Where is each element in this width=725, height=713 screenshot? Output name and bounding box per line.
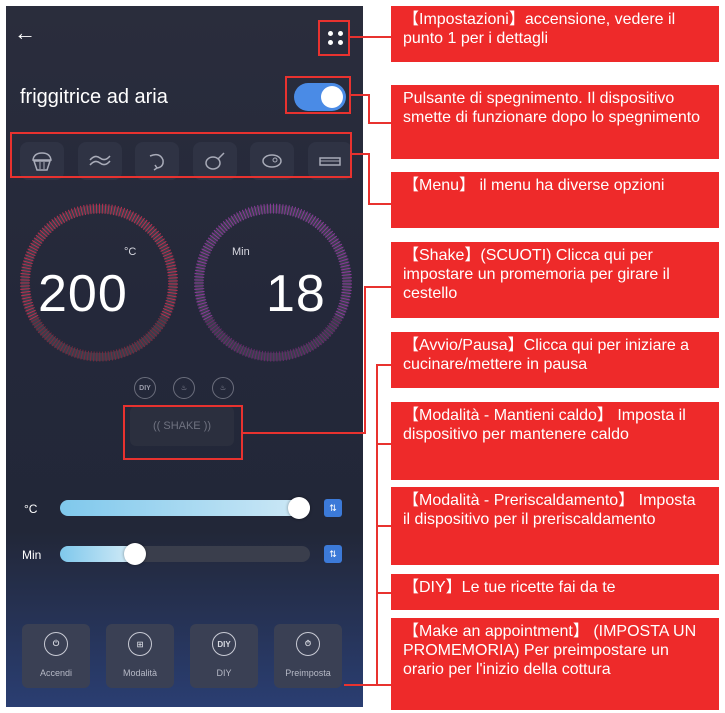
time-unit: Min <box>232 246 250 258</box>
preset-button-label: Preimposta <box>285 668 331 678</box>
connector-line <box>368 122 392 124</box>
callout-shake: 【Shake】(SCUOTI) Clicca qui per impostare… <box>391 242 719 318</box>
temperature-dial[interactable]: °C 200 <box>14 198 184 368</box>
callout-menu: 【Menu】 il menu ha diverse opzioni <box>391 172 719 228</box>
connector-line <box>376 364 392 366</box>
connector-line <box>350 36 392 38</box>
preset-button[interactable]: ⏱ Preimposta <box>274 624 342 688</box>
temperature-slider[interactable] <box>60 500 310 516</box>
connector-line <box>368 94 370 124</box>
mode-button[interactable]: ⊞ Modalità <box>106 624 174 688</box>
callout-diy: 【DIY】Le tue ricette fai da te <box>391 574 719 610</box>
connector-line <box>376 592 392 594</box>
callout-start-pause: 【Avvio/Pausa】Clicca qui per iniziare a c… <box>391 332 719 388</box>
connector-line <box>376 525 392 527</box>
temperature-slider-knob[interactable] <box>288 497 310 519</box>
connector-line <box>351 94 369 96</box>
shake-highlight <box>123 405 243 460</box>
time-value: 18 <box>266 265 326 323</box>
power-highlight <box>285 76 351 114</box>
callout-power: Pulsante di spegnimento. Il dispositivo … <box>391 85 719 159</box>
callout-preheat: 【Modalità - Preriscaldamento】 Imposta il… <box>391 487 719 565</box>
connector-line <box>364 286 366 434</box>
diy-icon: DIY <box>212 632 236 656</box>
power-button[interactable]: ⏻ Accendi <box>22 624 90 688</box>
time-slider[interactable] <box>60 546 310 562</box>
connector-line <box>376 443 392 445</box>
temperature-slider-fill <box>60 500 310 516</box>
page-title: friggitrice ad aria <box>20 86 168 108</box>
menu-highlight <box>10 132 352 178</box>
connector-line <box>364 286 392 288</box>
mode-button-label: Modalità <box>122 668 158 678</box>
power-button-label: Accendi <box>39 668 73 678</box>
connector-line <box>344 684 392 686</box>
connector-line <box>368 203 392 205</box>
power-icon: ⏻ <box>44 632 68 656</box>
time-slider-knob[interactable] <box>123 543 146 565</box>
time-slider-label: Min <box>22 548 42 562</box>
callout-appointment: 【Make an appointment】 (IMPOSTA UN PROMEM… <box>391 618 719 710</box>
temperature-slider-label: °C <box>24 502 38 516</box>
connector-line <box>368 153 370 205</box>
temperature-value: 200 <box>38 265 128 323</box>
diy-icon[interactable]: DIY <box>134 377 156 399</box>
diy-button[interactable]: DIY DIY <box>190 624 258 688</box>
time-slider-fill <box>60 546 130 562</box>
time-dial[interactable]: Min 18 <box>188 198 358 368</box>
settings-highlight <box>318 20 350 56</box>
keep-warm-icon[interactable]: ♨ <box>212 377 234 399</box>
back-arrow-icon[interactable]: ← <box>14 22 36 44</box>
diy-button-label: DIY <box>216 668 232 678</box>
grid-icon: ⊞ <box>128 632 152 656</box>
callout-keep-warm: 【Modalità - Mantieni caldo】 Imposta il d… <box>391 402 719 480</box>
mode-icons: DIY ♨ ♨ <box>134 377 234 401</box>
connector-line <box>243 432 366 434</box>
time-adjust-button[interactable]: ⇅ <box>324 545 342 563</box>
callout-settings: 【Impostazioni】accensione, vedere il punt… <box>391 6 719 62</box>
temperature-adjust-button[interactable]: ⇅ <box>324 499 342 517</box>
timer-icon: ⏱ <box>296 632 320 656</box>
flame-icon[interactable]: ♨ <box>173 377 195 399</box>
temperature-unit: °C <box>124 246 137 258</box>
